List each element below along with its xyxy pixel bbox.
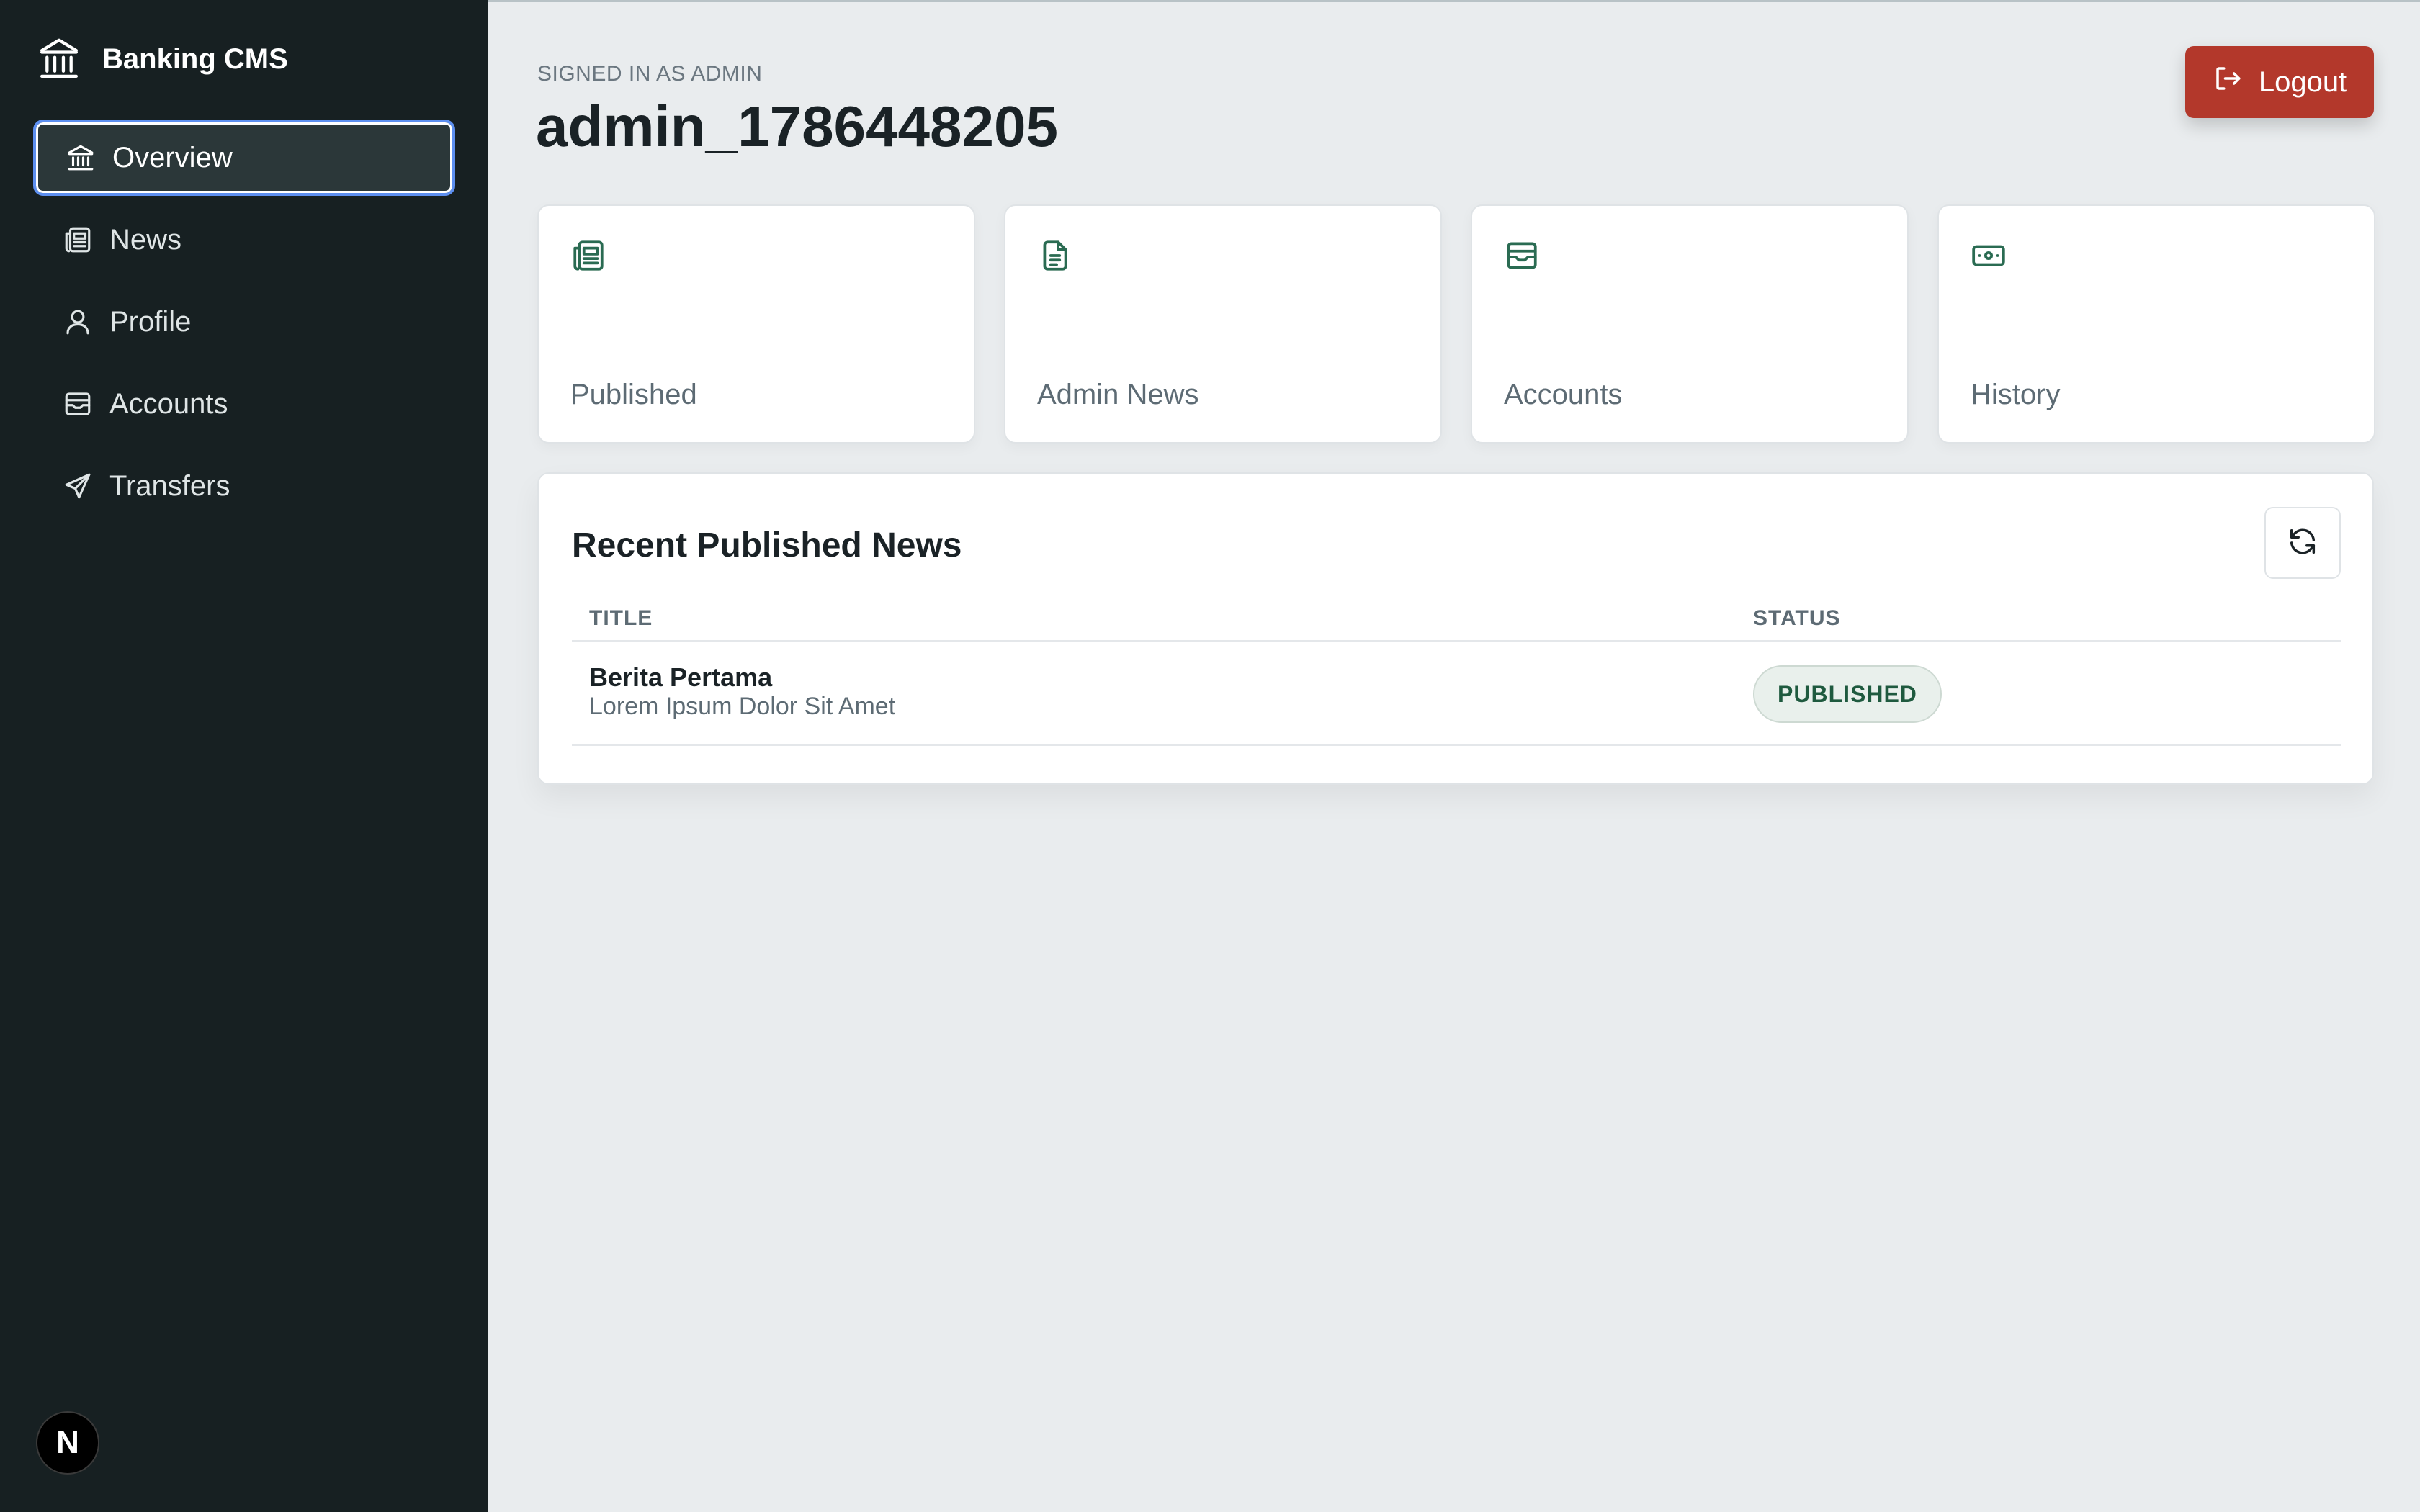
sidebar-item-label: News [109,223,182,256]
stat-card-admin-news[interactable]: 1 Admin News [1004,204,1442,564]
wallet-icon [62,388,94,420]
table-header: TITLE STATUS [572,596,2341,642]
stats-cards: 1 Published 1 Admin News [537,204,2375,564]
column-header-title: TITLE [589,606,653,630]
logout-button[interactable]: Logout [2185,46,2374,118]
sidebar-nav: Overview News Profile Accounts Transfers [33,120,455,530]
framework-badge[interactable]: N [36,1411,99,1475]
stat-label: Published [570,379,697,410]
news-subtitle: Lorem Ipsum Dolor Sit Amet [589,693,896,720]
top-divider [488,0,2420,2]
sidebar-item-news[interactable]: News [33,202,455,278]
wallet-icon [1504,238,1540,274]
newspaper-icon [62,224,94,256]
newspaper-icon [570,238,606,274]
sidebar-item-transfers[interactable]: Transfers [33,448,455,524]
table-row[interactable]: Berita Pertama Lorem Ipsum Dolor Sit Ame… [572,642,2341,746]
user-icon [62,306,94,338]
stat-card-history[interactable]: 0 History [1937,204,2375,564]
stat-label: History [1971,379,2061,410]
app-root: Banking CMS Overview News Profile Accoun… [0,0,2420,1512]
sidebar-item-label: Accounts [109,387,228,420]
page-title: admin_1786448205 [536,94,1058,158]
logout-icon [2213,63,2243,101]
stat-card-published[interactable]: 1 Published [537,204,975,564]
sidebar-item-profile[interactable]: Profile [33,284,455,360]
sidebar-item-label: Profile [109,305,192,338]
stat-card-accounts[interactable]: 0 Accounts [1471,204,1909,564]
status-badge: PUBLISHED [1753,665,1942,723]
sidebar-item-overview[interactable]: Overview [33,120,455,196]
brand[interactable]: Banking CMS [37,36,288,82]
main-content: SIGNED IN AS ADMIN admin_1786448205 Logo… [488,0,2420,1512]
panel-title: Recent Published News [572,526,962,564]
refresh-icon [2286,525,2319,562]
document-icon [1037,238,1073,274]
stat-label: Accounts [1504,379,1623,410]
sidebar-item-label: Overview [112,141,233,174]
sidebar-item-label: Transfers [109,469,230,502]
sidebar: Banking CMS Overview News Profile Accoun… [0,0,488,1512]
sidebar-item-accounts[interactable]: Accounts [33,366,455,442]
stat-label: Admin News [1037,379,1199,410]
news-title: Berita Pertama [589,662,773,692]
news-table: TITLE STATUS Berita Pertama Lorem Ipsum … [572,596,2341,746]
bank-icon [65,142,97,174]
refresh-button[interactable] [2264,507,2341,579]
signed-in-label: SIGNED IN AS ADMIN [537,62,763,86]
recent-news-panel: Recent Published News TITLE STATUS Berit… [537,472,2374,785]
send-icon [62,470,94,502]
banknote-icon [1971,238,2007,274]
app-title: Banking CMS [102,42,288,75]
logout-label: Logout [2258,66,2347,98]
column-header-status: STATUS [1753,606,1841,630]
framework-badge-letter: N [56,1425,79,1460]
bank-icon [37,36,81,82]
